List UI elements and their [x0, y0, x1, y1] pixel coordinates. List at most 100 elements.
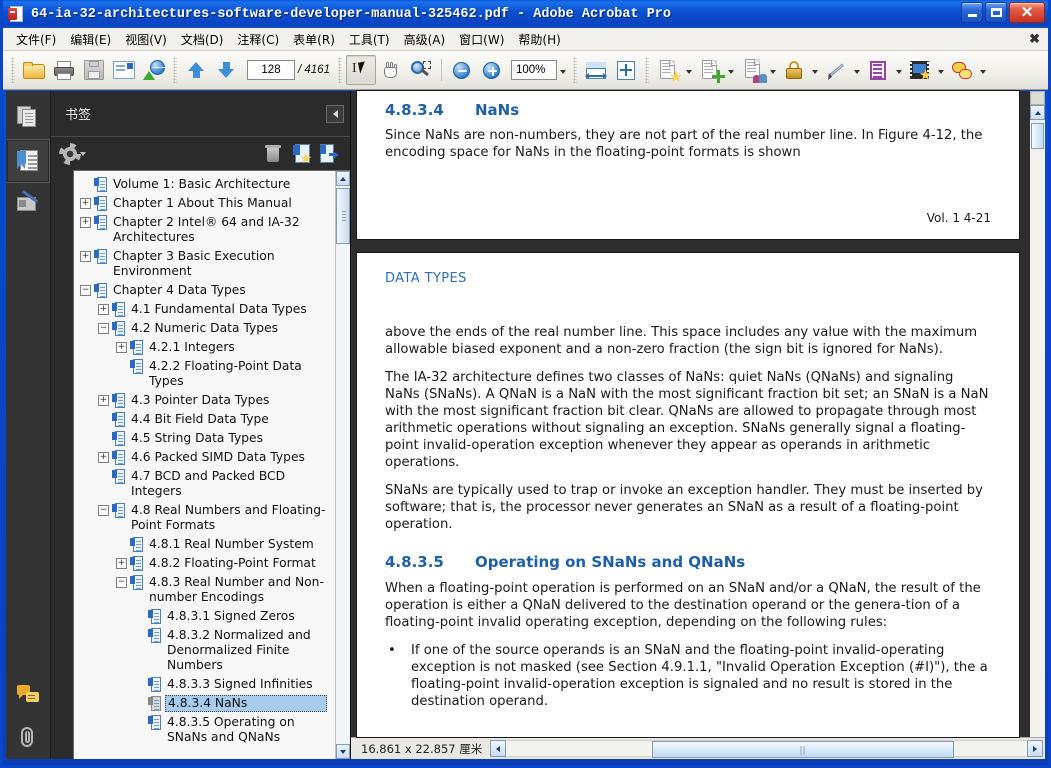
save-button[interactable] [79, 55, 109, 85]
menu-form[interactable]: 表单(R) [286, 29, 342, 50]
zoom-out-button[interactable] [447, 55, 477, 85]
page-number-input[interactable]: 128 [247, 60, 295, 80]
collapse-minus-icon[interactable]: − [116, 577, 127, 588]
menu-window[interactable]: 窗口(W) [452, 29, 511, 50]
expand-plus-icon[interactable]: + [98, 395, 109, 406]
close-document-icon[interactable]: ✖ [1029, 32, 1040, 45]
sidebar-item-comments[interactable] [7, 671, 50, 715]
horizontal-scroll-thumb[interactable] [652, 741, 955, 758]
toolbar-grip-3[interactable] [337, 57, 342, 83]
menu-view[interactable]: 视图(V) [118, 29, 174, 50]
bookmark-item[interactable]: 4.8.3.3 Signed Infinities [74, 675, 335, 694]
bookmark-item[interactable]: 4.8.3.4 NaNs [74, 694, 335, 713]
fit-page-button[interactable] [611, 55, 641, 85]
toolbar-grip[interactable] [11, 57, 15, 83]
menu-edit[interactable]: 编辑(E) [63, 29, 118, 50]
menu-advanced[interactable]: 高级(A) [397, 29, 453, 50]
collapse-minus-icon[interactable]: − [80, 285, 91, 296]
email-button[interactable] [109, 55, 139, 85]
page-scroll-area[interactable]: 4.8.3.4 NaNs Since NaNs are non-numbers,… [351, 91, 1045, 737]
bookmarks-scrollbar[interactable] [335, 171, 350, 759]
zoom-in-button[interactable] [477, 55, 507, 85]
document-scroll-up-button[interactable] [1030, 105, 1045, 120]
bookmark-item[interactable]: + Chapter 3 Basic Execution Environment [74, 247, 335, 281]
expand-plus-icon[interactable]: + [80, 198, 91, 209]
combine-files-button[interactable] [695, 55, 725, 85]
bookmark-item[interactable]: − 4.8 Real Numbers and Floating-Point For… [74, 501, 335, 535]
bookmark-options-button[interactable] [61, 141, 87, 167]
bookmark-item[interactable]: +4.1 Fundamental Data Types [74, 300, 335, 319]
forms-button[interactable] [863, 55, 893, 85]
bookmark-item[interactable]: 4.8.3.2 Normalized and Denormalized Fini… [74, 626, 335, 675]
collaborate-button[interactable] [737, 55, 767, 85]
restore-button[interactable] [985, 2, 1007, 23]
expand-plus-icon[interactable]: + [116, 342, 127, 353]
menu-file[interactable]: 文件(F) [9, 29, 63, 50]
bookmark-item[interactable]: 4.8.1 Real Number System [74, 535, 335, 554]
expand-plus-icon[interactable]: + [98, 452, 109, 463]
collapse-minus-icon[interactable]: − [98, 505, 109, 516]
sidebar-item-attachments[interactable] [7, 715, 50, 759]
bookmark-item[interactable]: 4.5 String Data Types [74, 429, 335, 448]
sidebar-item-pages[interactable] [7, 95, 50, 139]
bookmark-item[interactable]: − Chapter 4 Data Types [74, 281, 335, 300]
collapse-minus-icon[interactable]: − [98, 323, 109, 334]
bookmark-item[interactable]: 4.8.3.5 Operating on SNaNs and QNaNs [74, 713, 335, 747]
multimedia-button[interactable] [905, 55, 935, 85]
bookmarks-scroll-up-button[interactable] [336, 171, 350, 186]
document-horizontal-scrollbar[interactable] [490, 740, 1043, 758]
menu-help[interactable]: 帮助(H) [511, 29, 567, 50]
sidebar-item-bookmarks[interactable] [6, 139, 50, 183]
expand-plus-icon[interactable]: + [98, 304, 109, 315]
comment-chevron-down-icon[interactable] [977, 56, 989, 84]
secure-button[interactable] [779, 55, 809, 85]
bookmark-item[interactable]: 4.2.2 Floating-Point Data Types [74, 357, 335, 391]
new-bookmark-button[interactable] [288, 141, 314, 167]
multimedia-chevron-down-icon[interactable] [935, 56, 947, 84]
collaborate-chevron-down-icon[interactable] [767, 56, 779, 84]
toolbar-grip-5[interactable] [644, 57, 649, 83]
expand-plus-icon[interactable]: + [116, 558, 127, 569]
delete-bookmark-button[interactable] [260, 141, 286, 167]
zoom-dropdown-chevron-down-icon[interactable] [557, 56, 569, 84]
goto-bookmark-button[interactable] [316, 141, 342, 167]
bookmark-item[interactable]: + Chapter 2 Intel® 64 and IA-32 Architect… [74, 213, 335, 247]
sign-chevron-down-icon[interactable] [851, 56, 863, 84]
collapse-left-icon[interactable] [326, 104, 344, 123]
bookmark-item[interactable]: +4.6 Packed SIMD Data Types [74, 448, 335, 467]
sidebar-item-signatures[interactable] [7, 183, 50, 227]
scroll-right-icon[interactable] [1027, 740, 1043, 757]
bookmark-item[interactable]: − 4.8.3 Real Number and Non-number Encodi… [74, 573, 335, 607]
print-button[interactable] [49, 55, 79, 85]
create-pdf-button[interactable] [653, 55, 683, 85]
web-capture-button[interactable] [139, 55, 169, 85]
combine-files-chevron-down-icon[interactable] [725, 56, 737, 84]
next-page-button[interactable] [211, 55, 241, 85]
menu-document[interactable]: 文档(D) [174, 29, 231, 50]
forms-chevron-down-icon[interactable] [893, 56, 905, 84]
bookmarks-tree[interactable]: Volume 1: Basic Architecture + Chapter 1 A… [74, 171, 335, 759]
toolbar-grip-4[interactable] [572, 57, 577, 83]
bookmark-item[interactable]: 4.8.3.1 Signed Zeros [74, 607, 335, 626]
zoom-level-input[interactable]: 100% [510, 60, 557, 80]
sign-button[interactable] [821, 55, 851, 85]
create-pdf-chevron-down-icon[interactable] [683, 56, 695, 84]
scroll-left-icon[interactable] [490, 740, 507, 757]
bookmark-item[interactable]: +4.3 Pointer Data Types [74, 391, 335, 410]
select-tool-button[interactable]: I [345, 55, 376, 85]
minimize-button[interactable] [961, 2, 983, 23]
bookmark-item[interactable]: + Chapter 1 About This Manual [74, 194, 335, 213]
document-vertical-scrollbar[interactable] [1029, 91, 1045, 737]
bookmark-item[interactable]: +4.2.1 Integers [74, 338, 335, 357]
toolbar-grip-2[interactable] [173, 57, 177, 83]
bookmark-item[interactable]: − 4.2 Numeric Data Types [74, 319, 335, 338]
document-scroll-thumb[interactable] [1031, 123, 1044, 149]
previous-page-button[interactable] [181, 55, 211, 85]
menu-comment[interactable]: 注释(C) [230, 29, 286, 50]
bookmark-item[interactable]: Volume 1: Basic Architecture [74, 175, 335, 194]
horizontal-scroll-track[interactable] [506, 740, 1027, 758]
marquee-zoom-button[interactable] [406, 55, 436, 85]
open-file-button[interactable] [19, 55, 49, 85]
expand-plus-icon[interactable]: + [80, 251, 91, 262]
bookmarks-scroll-down-button[interactable] [336, 744, 350, 759]
